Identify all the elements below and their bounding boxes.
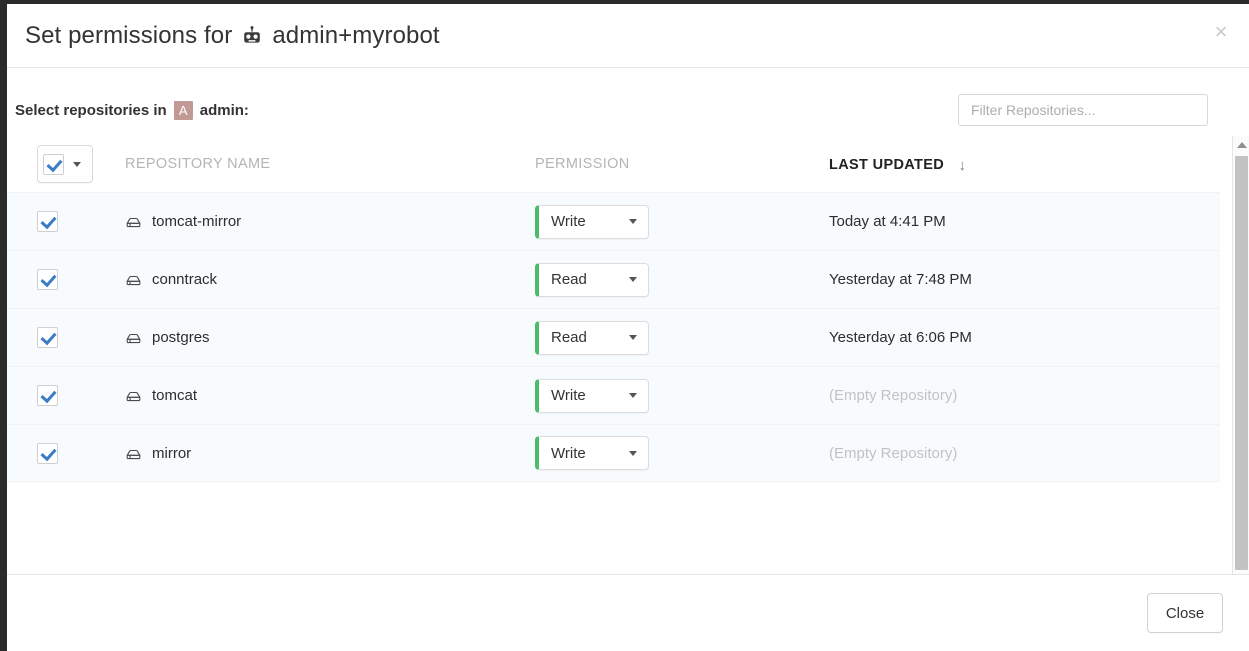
row-checkbox[interactable] (37, 442, 58, 464)
modal-body-content: Select repositories in A admin: Filter R… (7, 68, 1228, 574)
chevron-down-icon (73, 161, 81, 167)
repository-icon (125, 330, 142, 347)
permission-dropdown[interactable]: Write (535, 378, 649, 413)
permissions-modal-screen: Set permissions for admin+myrobot × Sele… (0, 0, 1249, 651)
close-button[interactable]: Close (1147, 593, 1223, 633)
repository-name-label: postgres (152, 329, 210, 346)
repository-name-cell: tomcat-mirror (125, 213, 535, 230)
repository-icon (125, 214, 142, 231)
table-row[interactable]: mirror Write (Empty Repository) (7, 424, 1220, 482)
filter-repositories-input[interactable] (958, 94, 1208, 126)
chevron-down-icon (629, 393, 637, 398)
permission-dropdown[interactable]: Read (535, 262, 649, 297)
row-select-cell (15, 385, 125, 406)
repository-name-label: mirror (152, 444, 192, 462)
row-select-cell (15, 269, 125, 290)
permission-cell: Read (535, 262, 829, 297)
modal-title-prefix: Set permissions for (25, 21, 233, 49)
modal-backdrop-left-edge (0, 0, 7, 651)
permission-dropdown[interactable]: Write (535, 204, 649, 239)
table-header-row: REPOSITORY NAME PERMISSION LAST UPDATED … (7, 136, 1220, 192)
table-row[interactable]: postgres Read Yesterday at 6:06 PM (7, 308, 1220, 366)
permission-cell: Write (535, 436, 829, 470)
row-checkbox[interactable] (37, 269, 58, 290)
last-updated-cell: Today at 4:41 PM (829, 213, 946, 230)
permission-cell: Write (535, 378, 829, 413)
select-all-group[interactable] (37, 145, 93, 183)
organization-name: admin: (199, 101, 249, 119)
select-all-cell (15, 145, 125, 183)
repository-name: mirror (125, 445, 535, 462)
chevron-down-icon (629, 335, 637, 340)
table-row[interactable]: tomcat Write (Empty Repository) (7, 366, 1220, 424)
last-updated-cell: (Empty Repository) (829, 444, 958, 462)
repository-name-cell: conntrack (125, 271, 535, 288)
select-repositories-row: Select repositories in A admin: (7, 68, 1228, 130)
column-header-repository-name[interactable]: REPOSITORY NAME (125, 156, 535, 172)
column-header-permission[interactable]: PERMISSION (535, 156, 829, 172)
repository-name-label: conntrack (152, 271, 218, 288)
permission-cell: Read (535, 320, 829, 355)
repository-name-cell: mirror (125, 445, 535, 462)
chevron-down-icon (629, 219, 637, 224)
repository-name: tomcat (125, 387, 535, 404)
permission-dropdown[interactable]: Write (535, 436, 649, 470)
last-updated-cell: (Empty Repository) (829, 387, 958, 404)
modal-footer: Close (7, 574, 1249, 651)
row-checkbox[interactable] (37, 327, 58, 348)
repository-icon (125, 446, 142, 463)
modal-title-entity: admin+myrobot (272, 21, 440, 49)
select-all-dropdown-button[interactable] (66, 149, 88, 179)
chevron-down-icon (629, 450, 637, 456)
modal-body: Select repositories in A admin: Filter R… (7, 68, 1249, 574)
repository-icon (125, 272, 142, 289)
row-checkbox[interactable] (37, 385, 58, 406)
row-select-cell (15, 211, 125, 232)
row-select-cell (15, 442, 125, 464)
robot-icon (241, 25, 263, 48)
select-repositories-label: Select repositories in A admin: (15, 100, 249, 120)
repository-name: tomcat-mirror (125, 213, 535, 230)
vertical-scrollbar[interactable] (1232, 136, 1249, 574)
repository-icon (125, 388, 142, 405)
column-header-last-updated-label: LAST UPDATED (829, 156, 945, 173)
chevron-down-icon (629, 277, 637, 282)
repository-name-label: tomcat-mirror (152, 213, 242, 230)
repository-name-cell: postgres (125, 329, 535, 346)
permission-label: Write (551, 387, 586, 404)
select-label-prefix: Select repositories in (15, 101, 167, 119)
permission-dropdown[interactable]: Read (535, 320, 649, 355)
permission-label: Read (551, 271, 587, 288)
repository-name: conntrack (125, 271, 535, 288)
table-row[interactable]: conntrack Read Yesterday at 7:48 PM (7, 250, 1220, 308)
row-checkbox[interactable] (37, 211, 58, 232)
repository-name-label: tomcat (152, 387, 198, 404)
last-updated-cell: Yesterday at 6:06 PM (829, 329, 972, 346)
permission-label: Write (551, 213, 586, 230)
modal-header: Set permissions for admin+myrobot × (7, 4, 1249, 68)
repository-name-cell: tomcat (125, 387, 535, 404)
sort-descending-icon: ↓ (958, 156, 967, 174)
repository-name: postgres (125, 329, 535, 346)
permission-label: Write (551, 444, 586, 462)
scroll-up-arrow-icon[interactable] (1233, 136, 1249, 153)
permission-label: Read (551, 329, 587, 346)
avatar: A (173, 100, 193, 120)
table-row[interactable]: tomcat-mirror Write Today at 4:41 PM (7, 192, 1220, 250)
select-all-checkbox[interactable] (43, 153, 64, 175)
page-title: Set permissions for admin+myrobot (25, 21, 440, 49)
row-select-cell (15, 327, 125, 348)
scrollbar-thumb[interactable] (1235, 156, 1248, 570)
column-header-last-updated[interactable]: LAST UPDATED ↓ (829, 156, 1220, 174)
close-icon[interactable]: × (1209, 20, 1233, 44)
permission-cell: Write (535, 204, 829, 239)
repositories-table: REPOSITORY NAME PERMISSION LAST UPDATED … (7, 136, 1220, 482)
last-updated-cell: Yesterday at 7:48 PM (829, 271, 972, 288)
set-permissions-modal: Set permissions for admin+myrobot × Sele… (7, 4, 1249, 651)
